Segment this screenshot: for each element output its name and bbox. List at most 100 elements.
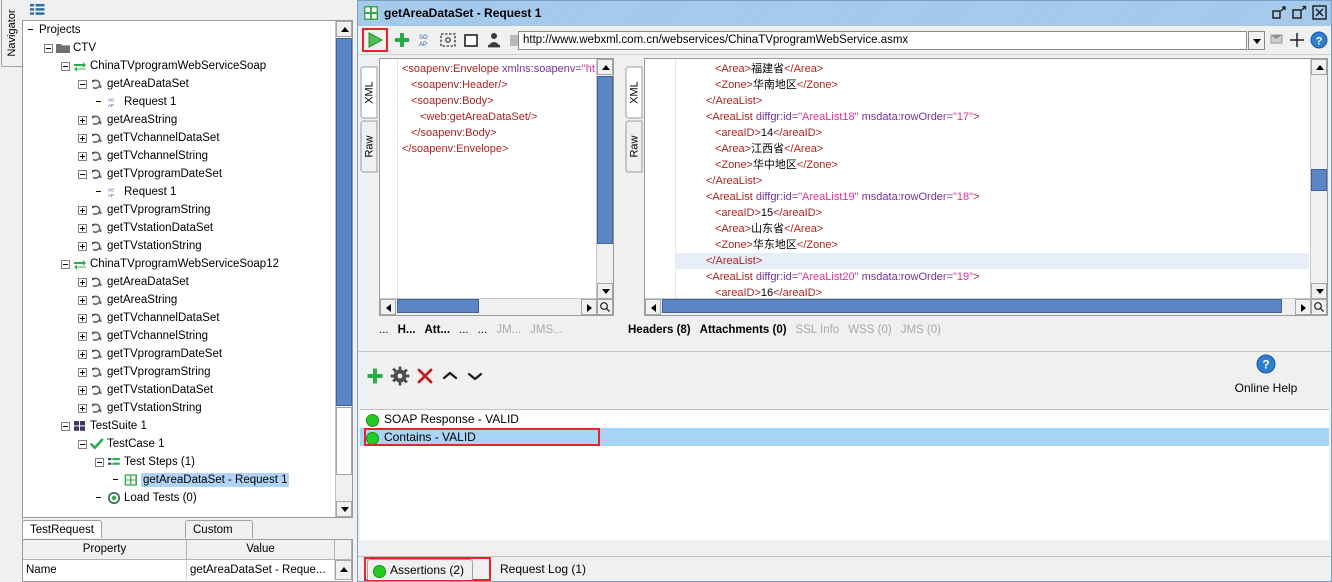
request-vscroll-down-button[interactable] [597, 283, 613, 299]
properties-scroll-up-button[interactable] [335, 560, 352, 580]
tree-scroll-track-lower[interactable] [336, 407, 352, 475]
chevron-down-icon[interactable] [464, 365, 486, 387]
assertion-row[interactable]: Contains - VALID [360, 428, 1329, 446]
tree-expander-toggle[interactable] [61, 259, 70, 269]
request-tab-0[interactable]: ... [379, 320, 389, 340]
tree-expander-toggle[interactable] [78, 151, 87, 161]
tab-assertions[interactable]: Assertions (2) [367, 559, 474, 580]
property-value-cell[interactable]: getAreaDataSet - Reque... [187, 560, 335, 580]
tree-node-testcase-1[interactable]: TestCase 1 [23, 435, 335, 453]
response-hscroll-left-button[interactable] [645, 299, 661, 315]
project-tree-panel[interactable]: Projects CTV ChinaTVprogramWebServiceSoap g… [22, 20, 353, 518]
tab-request-log[interactable]: Request Log (1) [494, 559, 594, 580]
response-tab-0[interactable]: Headers (8) [628, 320, 691, 340]
request-tab-5[interactable]: JM... [496, 320, 521, 340]
online-help-label[interactable]: Online Help [1211, 381, 1321, 395]
request-tab-2[interactable]: Att... [424, 320, 450, 340]
tree-node-getareastring[interactable]: getAreaString [23, 291, 335, 309]
dashed-square-icon[interactable] [438, 30, 458, 50]
plus-thin-icon[interactable] [1287, 30, 1307, 50]
request-tab-3[interactable]: ... [459, 320, 469, 340]
response-hscroll-right-button[interactable] [1295, 299, 1311, 315]
tree-node-request-1[interactable]: SO AP Request 1 [23, 183, 335, 201]
request-tab-1[interactable]: H... [398, 320, 416, 340]
tree-node-gettvstationdataset[interactable]: getTVstationDataSet [23, 381, 335, 399]
response-editor-search-button[interactable] [1311, 299, 1327, 315]
tree-node-load-tests-0[interactable]: Load Tests (0) [23, 489, 335, 507]
request-tab-6[interactable]: JMS... [530, 320, 563, 340]
navigator-vertical-tab-strip[interactable]: Navigator [0, 0, 23, 582]
tree-expander-toggle[interactable] [78, 349, 87, 359]
request-vscroll-up-button[interactable] [597, 59, 613, 75]
tree-node-gettvchannelstring[interactable]: getTVchannelString [23, 147, 335, 165]
request-editor-vertical-scrollbar[interactable] [596, 59, 613, 299]
tree-node-getareadataset-request-1[interactable]: getAreaDataSet - Request 1 [23, 471, 335, 489]
soap-icon[interactable]: SO AP [415, 30, 435, 50]
tree-scroll-up-button[interactable] [336, 21, 352, 37]
tree-node-chinatvprogramwebservicesoap12[interactable]: ChinaTVprogramWebServiceSoap12 [23, 255, 335, 273]
response-tab-1[interactable]: Attachments (0) [700, 320, 787, 340]
tree-node-gettvchanneldataset[interactable]: getTVchannelDataSet [23, 309, 335, 327]
response-view-tab-xml[interactable]: XML [625, 66, 643, 119]
response-hscroll-thumb[interactable] [662, 299, 1282, 313]
request-editor-search-button[interactable] [597, 299, 613, 315]
x-icon[interactable] [414, 365, 436, 387]
tree-expander-toggle[interactable] [61, 61, 70, 71]
tab-testrequest-properties[interactable]: TestRequest Properties [22, 520, 102, 554]
tree-expander-toggle[interactable] [78, 331, 87, 341]
tree-expander-toggle[interactable] [78, 367, 87, 377]
response-editor-horizontal-scrollbar[interactable] [645, 298, 1311, 315]
tree-expander-toggle[interactable] [78, 205, 87, 215]
response-vscroll-down-button[interactable] [1311, 283, 1327, 299]
square-icon[interactable] [461, 30, 481, 50]
tree-expander-toggle[interactable] [78, 115, 87, 125]
tree-node-testsuite-1[interactable]: TestSuite 1 [23, 417, 335, 435]
online-help-block[interactable]: ? Online Help [1211, 353, 1321, 395]
response-vscroll-up-button[interactable] [1311, 59, 1327, 75]
request-hscroll-left-button[interactable] [380, 299, 396, 315]
tree-expander-toggle[interactable] [78, 385, 87, 395]
request-editor-body[interactable]: <soapenv:Envelope xmlns:soapenv="http <so… [379, 58, 614, 316]
tree-expander-toggle[interactable] [78, 133, 87, 143]
endpoint-url-input[interactable]: http://www.webxml.com.cn/webservices/Chi… [518, 31, 1247, 50]
close-icon[interactable] [1312, 5, 1327, 20]
request-editor-horizontal-scrollbar[interactable] [380, 298, 597, 315]
navigator-tab-label[interactable]: Navigator [1, 0, 23, 67]
tree-expander-toggle[interactable] [44, 43, 53, 53]
tree-node-getareadataset[interactable]: getAreaDataSet [23, 75, 335, 93]
assertions-list[interactable]: SOAP Response - VALID Contains - VALID [360, 409, 1329, 540]
tree-expander-toggle[interactable] [61, 421, 70, 431]
tree-node-getareadataset[interactable]: getAreaDataSet [23, 273, 335, 291]
maximize-icon[interactable] [1292, 5, 1307, 20]
tree-scroll-down-button[interactable] [336, 501, 352, 517]
tab-custom-properties[interactable]: Custom Properties [185, 520, 254, 554]
request-view-tab-raw[interactable]: Raw [360, 120, 378, 173]
response-editor-vertical-scrollbar[interactable] [1310, 59, 1327, 299]
tree-node-chinatvprogramwebservicesoap[interactable]: ChinaTVprogramWebServiceSoap [23, 57, 335, 75]
request-xml-content[interactable]: <soapenv:Envelope xmlns:soapenv="http <so… [398, 61, 595, 299]
help-circle-icon[interactable]: ? [1309, 30, 1329, 50]
tree-node-gettvchanneldataset[interactable]: getTVchannelDataSet [23, 129, 335, 147]
plus-icon[interactable] [392, 30, 412, 50]
tree-node-gettvstationstring[interactable]: getTVstationString [23, 399, 335, 417]
tree-expander-toggle[interactable] [78, 295, 87, 305]
table-row[interactable]: Name getAreaDataSet - Reque... [23, 560, 352, 580]
endpoint-icon[interactable] [1267, 30, 1287, 50]
run-button[interactable] [365, 30, 385, 50]
endpoint-dropdown-button[interactable] [1248, 31, 1265, 50]
tree-expander-toggle[interactable] [78, 403, 87, 413]
tree-node-projects[interactable]: Projects [23, 21, 335, 39]
request-tab-4[interactable]: ... [478, 320, 488, 340]
tree-scroll-thumb[interactable] [336, 38, 352, 406]
tree-node-getareastring[interactable]: getAreaString [23, 111, 335, 129]
tree-expander-toggle[interactable] [78, 169, 87, 179]
gear-icon[interactable] [389, 365, 411, 387]
properties-table[interactable]: Property Value Name getAreaDataSet - Req… [22, 539, 353, 582]
tree-vertical-scrollbar[interactable] [335, 21, 352, 517]
restore-down-icon[interactable] [1272, 5, 1287, 20]
response-xml-content[interactable]: <Area>福建省</Area> <Zone>华南地区</Zone> </AreaL… [675, 61, 1309, 299]
tree-node-request-1[interactable]: SO AP Request 1 [23, 93, 335, 111]
tree-expander-toggle[interactable] [78, 277, 87, 287]
request-vscroll-thumb[interactable] [597, 76, 613, 244]
tree-expander-toggle[interactable] [95, 457, 104, 467]
